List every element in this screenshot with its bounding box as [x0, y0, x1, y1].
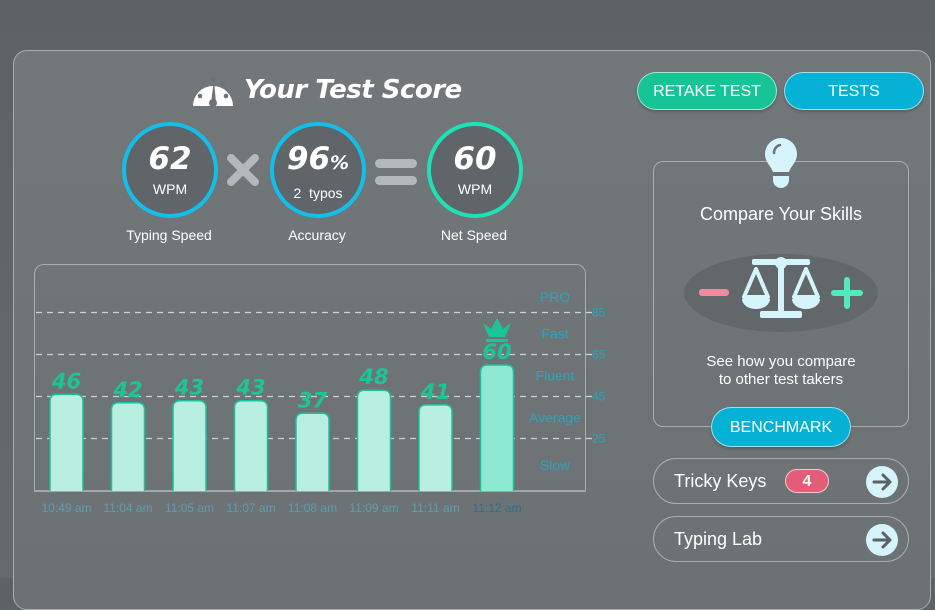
x-tick-label: 10:49 am: [41, 501, 91, 515]
bar-value-label: 60: [482, 340, 511, 364]
compare-skills-panel: Compare Your Skills See how you compare t…: [653, 161, 909, 427]
chart-bar: [418, 404, 453, 491]
bar-value-label: 37: [298, 388, 328, 412]
arrow-right-icon[interactable]: [866, 466, 898, 498]
threshold-tick-label: 85: [592, 306, 606, 320]
tricky-keys-label: Tricky Keys: [674, 471, 767, 491]
lightbulb-icon: [765, 138, 797, 188]
chart-bar: [49, 393, 84, 491]
benchmark-button[interactable]: BENCHMARK: [711, 407, 851, 447]
compare-description-line1: See how you compare: [706, 353, 856, 370]
x-tick-label: 11:11 am: [411, 501, 459, 515]
compare-description-line2: to other test takers: [718, 371, 844, 388]
crown-base: [486, 339, 508, 342]
x-tick-label: 11:07 am: [226, 501, 275, 515]
tricky-keys-count-badge: 4: [785, 469, 829, 493]
balance-scale-icon: [742, 257, 820, 318]
threshold-tick-label: 65: [592, 348, 606, 362]
bar-value-label: 48: [358, 365, 388, 389]
chart-bar: [233, 399, 269, 491]
x-tick-label: 11:05 am: [165, 501, 214, 515]
arrow-right-icon[interactable]: [866, 524, 898, 556]
x-tick-label: 11:12 am: [472, 501, 521, 515]
chart-bar: [479, 364, 515, 491]
bar-value-label: 43: [235, 376, 265, 400]
zone-label: Fast: [541, 326, 568, 342]
bar-value-label: 41: [420, 380, 450, 404]
bar-value-label: 43: [174, 376, 204, 400]
x-tick-label: 11:04 am: [103, 501, 152, 515]
compare-title: Compare Your Skills: [699, 204, 863, 224]
plus-icon: [831, 277, 863, 309]
zone-label: Slow: [540, 457, 571, 473]
x-tick-label: 11:09 am: [349, 501, 398, 515]
threshold-tick-label: 25: [592, 432, 606, 446]
chart-bar: [295, 412, 330, 491]
threshold-tick-label: 45: [592, 390, 606, 404]
typing-lab-label: Typing Lab: [674, 529, 763, 549]
crown-icon: [483, 318, 511, 337]
minus-icon: [699, 289, 729, 296]
bar-value-label: 42: [112, 378, 142, 402]
zone-label: Average: [529, 410, 581, 426]
tricky-keys-link[interactable]: Tricky Keys 4: [653, 458, 909, 504]
zone-label: Fluent: [536, 368, 575, 384]
chart-bar: [110, 402, 146, 491]
x-tick-label: 11:08 am: [288, 501, 337, 515]
typing-lab-link[interactable]: Typing Lab: [653, 516, 909, 562]
zone-label: PRO: [540, 289, 570, 305]
chart-bar: [356, 389, 392, 491]
chart-bar: [172, 399, 207, 491]
compare-description: See how you compare to other test takers: [654, 353, 908, 389]
bar-value-label: 46: [51, 369, 81, 393]
